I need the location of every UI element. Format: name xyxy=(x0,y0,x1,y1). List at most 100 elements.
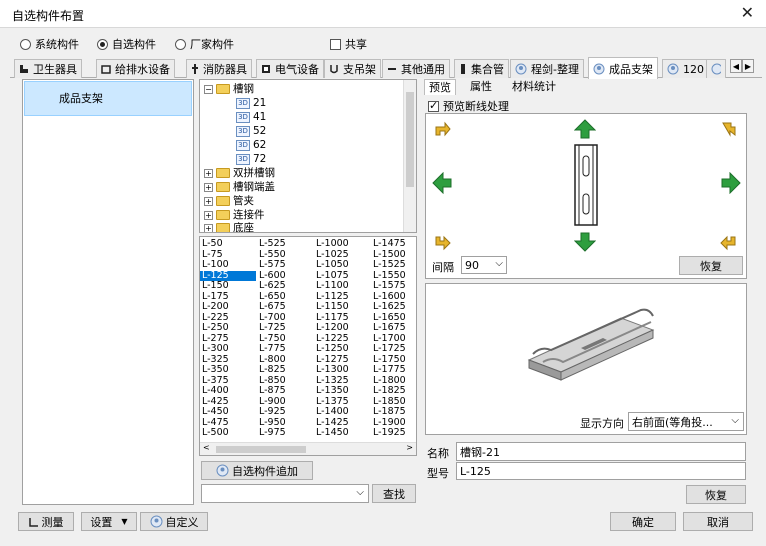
expand-icon[interactable]: + xyxy=(204,223,213,232)
tab-material-stats[interactable]: 材料统计 xyxy=(508,79,560,95)
list-item[interactable]: L-1000 xyxy=(314,238,349,250)
list-item[interactable]: 成品支架 xyxy=(24,81,192,116)
list-item[interactable]: L-1775 xyxy=(371,364,406,376)
tab-chengjian[interactable]: 程剑-整理 xyxy=(510,59,584,78)
list-item[interactable]: L-1350 xyxy=(314,385,349,397)
arrow-up-icon[interactable] xyxy=(574,118,596,140)
cancel-button[interactable]: 取消 xyxy=(683,512,753,531)
gap-select[interactable]: 90 ⌵ xyxy=(461,256,507,274)
restore-view-button[interactable]: 恢复 xyxy=(679,256,743,275)
chevron-right-icon[interactable]: ▶ xyxy=(742,59,754,73)
tree-node[interactable]: 3D 21 xyxy=(236,96,266,110)
tree-node[interactable]: + 底座 xyxy=(204,221,254,232)
arrow-right-icon[interactable] xyxy=(720,172,742,194)
list-item[interactable]: L-1450 xyxy=(314,427,349,439)
tab-overflow[interactable] xyxy=(706,59,726,78)
rotate-bottom-right-icon[interactable] xyxy=(718,232,740,254)
list-item[interactable]: L-825 xyxy=(257,364,286,376)
list-item[interactable]: L-1575 xyxy=(371,280,406,292)
list-item[interactable]: L-1875 xyxy=(371,406,406,418)
model-field[interactable]: L-125 xyxy=(456,462,746,480)
tree-node[interactable]: 3D 72 xyxy=(236,152,266,166)
view-direction-select[interactable]: 右前面(等角投... ⌵ xyxy=(628,412,744,431)
expand-icon[interactable]: + xyxy=(204,210,213,220)
scroll-thumb[interactable] xyxy=(406,92,414,187)
chevron-left-icon[interactable]: ◀ xyxy=(730,59,742,73)
list-item[interactable]: L-500 xyxy=(200,427,256,439)
list-item[interactable]: L-675 xyxy=(257,301,286,313)
chevron-left-icon[interactable]: < xyxy=(203,443,210,452)
list-item[interactable]: L-1725 xyxy=(371,343,406,355)
find-button[interactable]: 查找 xyxy=(372,484,416,503)
expand-icon[interactable]: + xyxy=(204,196,213,206)
tree-node-root[interactable]: − 槽钢 xyxy=(204,82,254,96)
name-field[interactable]: 槽钢-21 xyxy=(456,442,746,461)
tree-node[interactable]: + 双拼槽钢 xyxy=(204,166,275,180)
list-item[interactable]: L-400 xyxy=(200,385,256,397)
list-item[interactable]: L-1475 xyxy=(371,238,406,250)
list-item[interactable]: L-450 xyxy=(200,406,256,418)
radio-vendor-components[interactable]: 厂家构件 xyxy=(175,36,234,52)
chevron-down-icon[interactable]: ⌵ xyxy=(356,487,364,498)
collapse-icon[interactable]: − xyxy=(204,84,213,94)
tree-node[interactable]: 3D 62 xyxy=(236,138,266,152)
list-item[interactable]: L-1525 xyxy=(371,259,406,271)
tab-other[interactable]: 其他通用 xyxy=(382,59,450,78)
share-checkbox[interactable]: 共享 xyxy=(330,36,367,52)
tab-water-equipment[interactable]: 给排水设备 xyxy=(96,59,175,78)
list-item[interactable]: L-1250 xyxy=(314,343,349,355)
list-item[interactable]: L-200 xyxy=(200,301,256,313)
tree-node[interactable]: 3D 41 xyxy=(236,110,266,124)
tab-finished-support[interactable]: 成品支架 xyxy=(588,57,658,79)
ok-button[interactable]: 确定 xyxy=(610,512,676,531)
add-custom-component-button[interactable]: 自选构件追加 xyxy=(201,461,313,480)
list-item[interactable]: L-250 xyxy=(200,322,256,334)
list-item[interactable]: L-775 xyxy=(257,343,286,355)
chevron-down-icon[interactable]: ⌵ xyxy=(495,258,503,269)
search-combo[interactable]: ⌵ xyxy=(201,484,369,503)
list-item[interactable]: L-1925 xyxy=(371,427,406,439)
list-item[interactable]: L-1150 xyxy=(314,301,349,313)
list-item[interactable]: L-300 xyxy=(200,343,256,355)
list-item[interactable]: L-725 xyxy=(257,322,286,334)
chevron-right-icon[interactable]: > xyxy=(406,443,413,452)
settings-button[interactable]: 设置 ▼ xyxy=(81,512,137,531)
list-item[interactable]: L-100 xyxy=(200,259,256,271)
list-item[interactable]: L-975 xyxy=(257,427,286,439)
tab-properties[interactable]: 属性 xyxy=(466,79,496,95)
tab-toilet[interactable]: 卫生器具 xyxy=(14,59,82,78)
customize-button[interactable]: 自定义 xyxy=(140,512,208,531)
list-item[interactable]: L-1050 xyxy=(314,259,349,271)
rotate-bottom-left-icon[interactable] xyxy=(431,232,453,254)
tree-node[interactable]: + 槽钢端盖 xyxy=(204,180,275,194)
list-item[interactable]: L-1100 xyxy=(314,280,349,292)
list-item[interactable]: L-625 xyxy=(257,280,286,292)
list-item[interactable]: L-1675 xyxy=(371,322,406,334)
length-list-scrollbar[interactable]: < > xyxy=(200,442,416,455)
list-item[interactable]: L-1825 xyxy=(371,385,406,397)
expand-icon[interactable]: + xyxy=(204,182,213,192)
list-item[interactable]: L-1300 xyxy=(314,364,349,376)
radio-custom-components[interactable]: 自选构件 xyxy=(97,36,156,52)
list-item[interactable]: L-150 xyxy=(200,280,256,292)
arrow-left-icon[interactable] xyxy=(431,172,453,194)
list-item[interactable]: L-350 xyxy=(200,364,256,376)
tree-scrollbar[interactable] xyxy=(403,80,416,232)
tab-120[interactable]: 120 xyxy=(662,59,709,78)
break-line-checkbox[interactable]: 预览断线处理 xyxy=(428,98,509,114)
radio-system-components[interactable]: 系统构件 xyxy=(20,36,79,52)
arrow-down-icon[interactable] xyxy=(574,231,596,253)
tab-hanger[interactable]: 支吊架 xyxy=(324,59,381,78)
tab-manifold[interactable]: 集合管 xyxy=(454,59,509,78)
list-item[interactable]: L-575 xyxy=(257,259,286,271)
list-item[interactable]: L-1200 xyxy=(314,322,349,334)
tab-fire[interactable]: 消防器具 xyxy=(186,59,252,78)
rotate-top-right-icon[interactable] xyxy=(718,118,740,140)
tab-preview[interactable]: 预览 xyxy=(424,79,456,95)
list-item[interactable]: L-1625 xyxy=(371,301,406,313)
tree-node[interactable]: + 连接件 xyxy=(204,208,265,222)
restore-button[interactable]: 恢复 xyxy=(686,485,746,504)
list-item[interactable]: L-925 xyxy=(257,406,286,418)
close-icon[interactable]: ✕ xyxy=(741,3,754,22)
list-item[interactable]: L-525 xyxy=(257,238,286,250)
